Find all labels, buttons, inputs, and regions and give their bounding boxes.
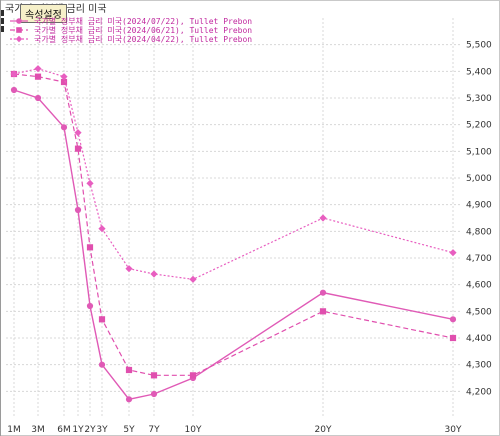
y-tick-label: 5,400 bbox=[466, 67, 492, 77]
legend-label: 국가별 정부채 금리 미국(2024/07/22), Tullet Prebon bbox=[34, 16, 252, 26]
legend-label: 국가별 정부채 금리 미국(2024/04/22), Tullet Prebon bbox=[34, 34, 252, 44]
series-point bbox=[86, 244, 94, 251]
series-point bbox=[449, 334, 457, 342]
series-point bbox=[34, 94, 42, 102]
y-tick-label: 5,200 bbox=[466, 121, 492, 131]
series-layer bbox=[10, 65, 457, 403]
y-tick-label: 5,000 bbox=[466, 174, 492, 184]
series-point bbox=[125, 396, 133, 403]
series-point bbox=[189, 275, 197, 283]
y-tick-label: 4,800 bbox=[466, 227, 492, 237]
x-tick-label: 5Y bbox=[123, 425, 135, 435]
series-point bbox=[98, 316, 106, 323]
series-point bbox=[10, 86, 18, 94]
legend-layer: 국가별 정부채 금리 미국(2024/07/22), Tullet Prebon… bbox=[10, 16, 252, 44]
x-tick-label: 30Y bbox=[445, 425, 462, 435]
series-point bbox=[319, 289, 327, 296]
y-tick-label: 4,500 bbox=[466, 307, 492, 317]
x-tick-label: 10Y bbox=[185, 425, 202, 435]
y-tick-label: 5,300 bbox=[466, 94, 492, 104]
series-point bbox=[86, 179, 94, 187]
yield-curve-chart: 국가별 정부채 금리 미국(2024/07/22), Tullet Prebon… bbox=[6, 16, 492, 435]
series-point bbox=[74, 206, 82, 214]
x-axis-labels: 1M 3M 6M 1Y 2Y 3Y 5Y 7Y 10Y 20Y 30Y bbox=[7, 425, 462, 435]
y-tick-label: 4,900 bbox=[466, 201, 492, 211]
series-point bbox=[189, 372, 197, 379]
y-tick-label: 4,700 bbox=[466, 254, 492, 264]
legend-label: 국가별 정부채 금리 미국(2024/06/21), Tullet Prebon bbox=[34, 25, 252, 35]
series-point bbox=[74, 145, 82, 152]
legend-marker bbox=[16, 18, 22, 24]
series-point bbox=[150, 270, 158, 278]
x-tick-label: 2Y bbox=[84, 425, 96, 435]
x-tick-label: 6M bbox=[57, 425, 71, 435]
x-tick-label: 1M bbox=[7, 425, 21, 435]
series-point bbox=[319, 308, 327, 315]
series-point bbox=[150, 390, 158, 398]
y-tick-label: 5,100 bbox=[466, 147, 492, 157]
series-point bbox=[86, 302, 94, 310]
y-tick-label: 5,500 bbox=[466, 41, 492, 51]
y-tick-label: 4,600 bbox=[466, 281, 492, 291]
series-line bbox=[13, 68, 454, 280]
y-tick-label: 4,300 bbox=[466, 361, 492, 371]
legend-marker bbox=[15, 35, 23, 43]
y-axis-labels: 5,500 5,400 5,300 5,200 5,100 5,000 4,900 4,800… bbox=[466, 41, 492, 398]
y-tick-label: 4,200 bbox=[466, 387, 492, 397]
grid-layer bbox=[6, 18, 462, 418]
series-point bbox=[150, 372, 158, 379]
x-tick-label: 3M bbox=[31, 425, 45, 435]
series-point bbox=[125, 265, 133, 273]
y-tick-label: 4,400 bbox=[466, 334, 492, 344]
series-point bbox=[449, 249, 457, 257]
series-point bbox=[449, 316, 457, 323]
legend-marker bbox=[16, 27, 22, 33]
chart-window: 국가별 정부채 금리 미국 속성설정 국가별 정부채 금리 미국(2024/07… bbox=[0, 0, 500, 436]
x-tick-label: 20Y bbox=[315, 425, 332, 435]
series-point bbox=[98, 361, 106, 368]
series-point bbox=[125, 366, 133, 374]
series-point bbox=[34, 73, 42, 80]
series-point bbox=[60, 124, 68, 131]
series-point bbox=[319, 214, 327, 222]
x-tick-label: 1Y bbox=[72, 425, 84, 435]
x-tick-label: 3Y bbox=[96, 425, 108, 435]
series-line bbox=[13, 89, 454, 401]
x-tick-label: 7Y bbox=[148, 425, 160, 435]
